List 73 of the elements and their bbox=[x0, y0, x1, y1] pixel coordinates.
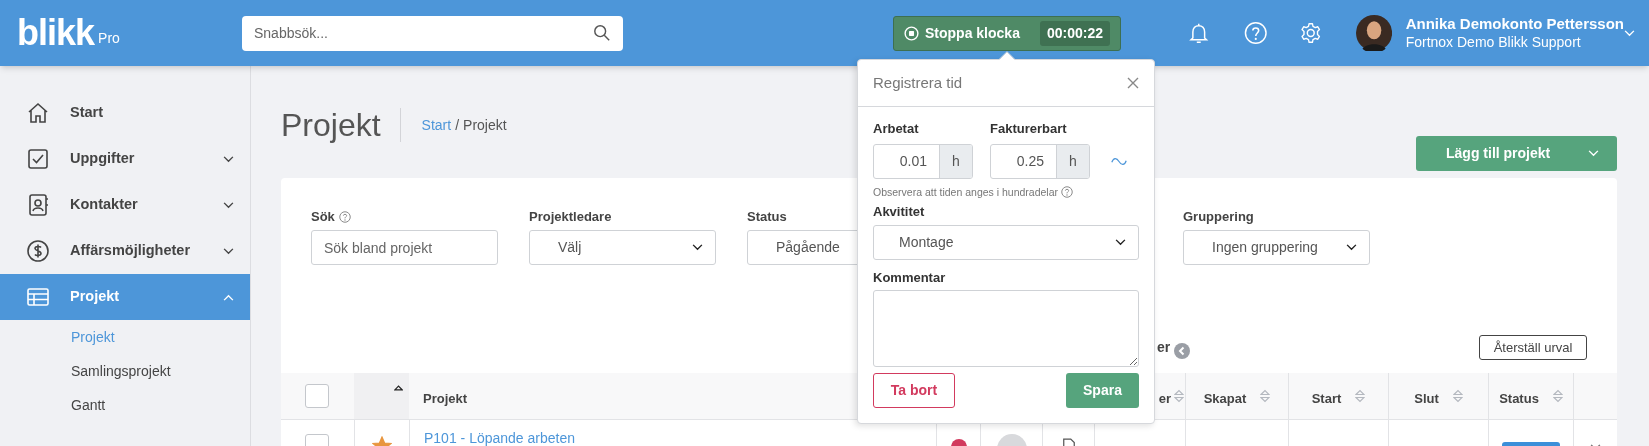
chevron-icon bbox=[692, 244, 703, 251]
sidebar-item[interactable]: Uppgifter bbox=[0, 136, 250, 182]
field-label: Arbetat bbox=[873, 120, 920, 138]
column-header[interactable]: Skapat bbox=[1203, 383, 1247, 409]
table-icon bbox=[26, 285, 50, 309]
settings-icon[interactable] bbox=[1299, 20, 1323, 46]
stop-timer-button[interactable]: Stoppa klocka 00:00:22 bbox=[893, 15, 1121, 51]
breadcrumb-text: Projekt bbox=[463, 115, 507, 135]
avatar[interactable] bbox=[1355, 13, 1392, 53]
chevron-icon bbox=[1588, 150, 1599, 157]
close-icon[interactable] bbox=[1127, 77, 1139, 89]
field-label: Akvititet bbox=[873, 203, 926, 222]
sort-icon bbox=[1260, 389, 1271, 403]
column-header[interactable]: Start bbox=[1311, 383, 1342, 409]
column-header[interactable]: er bbox=[1158, 383, 1171, 409]
comment-field[interactable] bbox=[873, 290, 1139, 368]
logo-suffix: Pro bbox=[98, 29, 120, 48]
columns-toggle-label[interactable]: er bbox=[1157, 337, 1171, 358]
hours-field[interactable]: 0.01 h bbox=[873, 143, 973, 179]
hint-text: Observera att tiden anges i hundradelar bbox=[873, 184, 1059, 200]
reset-filter-button[interactable]: Återställ urval bbox=[1479, 335, 1587, 360]
unit-label: h bbox=[939, 144, 972, 178]
elapsed-time: 00:00:22 bbox=[1039, 20, 1110, 46]
search-field[interactable]: Sök bland projekt bbox=[311, 230, 498, 265]
page-title: Projekt bbox=[281, 106, 381, 141]
chevron-icon bbox=[1115, 238, 1126, 246]
filter-label: Projektledare bbox=[529, 208, 612, 227]
select-field[interactable]: Välj bbox=[529, 230, 716, 265]
unit-label: h bbox=[1056, 144, 1089, 178]
field-label: Kommentar bbox=[873, 268, 947, 287]
sidebar-subitem[interactable]: Gantt bbox=[0, 388, 250, 422]
sort-icon bbox=[1452, 389, 1463, 403]
filter-label: Status bbox=[747, 208, 787, 227]
chevron-icon bbox=[1624, 29, 1635, 37]
help-icon[interactable] bbox=[338, 211, 351, 223]
sort-icon bbox=[1355, 389, 1366, 403]
hours-field[interactable]: 0.25 h bbox=[990, 143, 1090, 179]
column-header[interactable]: Status bbox=[1499, 383, 1539, 409]
field-label: Fakturerbart bbox=[990, 120, 1068, 138]
popover-title: Registrera tid bbox=[873, 72, 963, 93]
help-icon[interactable] bbox=[1243, 20, 1267, 46]
filter-label: Sök bbox=[311, 208, 335, 227]
wave-icon[interactable] bbox=[1111, 156, 1127, 166]
checkbox-icon bbox=[26, 147, 50, 171]
breadcrumb-text: / bbox=[455, 115, 460, 135]
sidebar-subitem[interactable]: Samlingsprojekt bbox=[0, 354, 250, 388]
sidebar-item[interactable]: Start bbox=[0, 90, 250, 136]
select-field[interactable]: Ingen gruppering bbox=[1183, 230, 1370, 265]
sidebar-item[interactable]: Affärsmöjligheter bbox=[0, 228, 250, 274]
help-icon[interactable] bbox=[1061, 186, 1074, 199]
filter-label: Gruppering bbox=[1183, 208, 1254, 227]
collapse-icon[interactable] bbox=[1174, 343, 1191, 359]
sidebar-item[interactable]: Kontakter bbox=[0, 182, 250, 228]
company-name: Fortnox Demo Blikk Support bbox=[1405, 33, 1582, 51]
select-field[interactable]: Montage bbox=[873, 224, 1139, 260]
stop-icon bbox=[904, 25, 919, 41]
column-header[interactable]: Projekt bbox=[423, 383, 468, 409]
column-header[interactable]: Slut bbox=[1414, 383, 1439, 409]
contact-book-icon bbox=[26, 193, 50, 217]
delete-button[interactable]: Ta bort bbox=[873, 373, 955, 409]
search-icon[interactable] bbox=[593, 23, 611, 42]
chevron-icon bbox=[223, 201, 234, 209]
chevron-icon bbox=[1346, 244, 1357, 251]
home-icon bbox=[26, 101, 50, 125]
sort-icon bbox=[1552, 389, 1563, 403]
chevron-icon bbox=[223, 155, 234, 163]
dollar-icon bbox=[26, 239, 50, 263]
sort-up-icon[interactable] bbox=[394, 385, 403, 391]
chevron-icon bbox=[223, 247, 234, 255]
chevron-icon bbox=[223, 293, 234, 301]
checkbox[interactable] bbox=[305, 384, 329, 408]
search-field[interactable]: Snabbsök... bbox=[242, 15, 623, 51]
sort-icon bbox=[1174, 389, 1184, 403]
